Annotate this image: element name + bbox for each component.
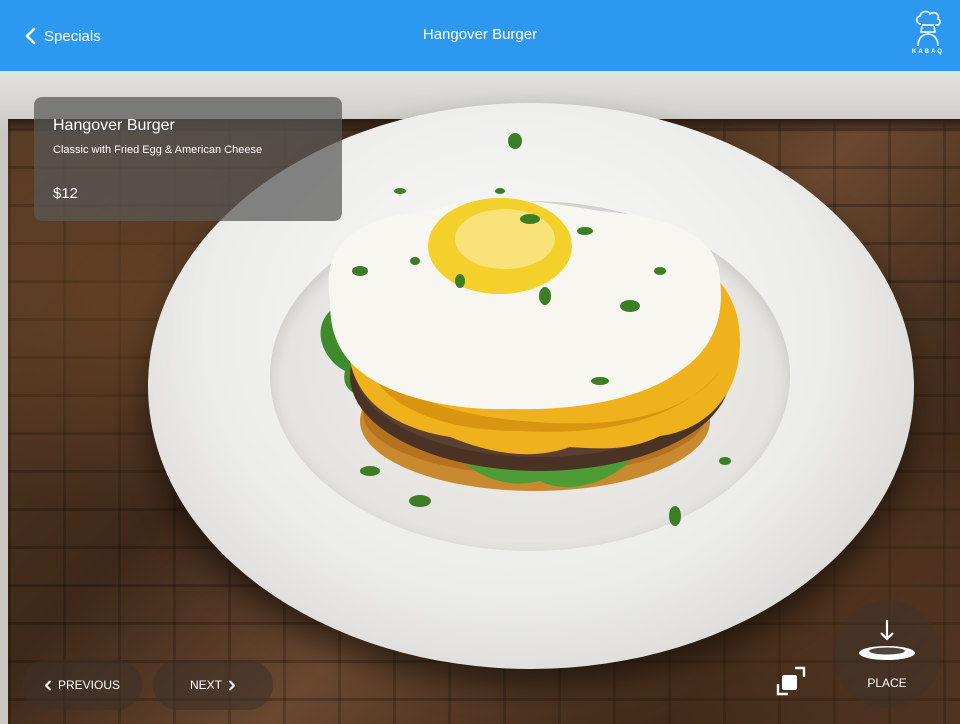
previous-button-label: PREVIOUS: [57, 678, 120, 692]
brand-name: KABAQ: [912, 49, 944, 55]
place-button[interactable]: PLACE: [833, 600, 941, 708]
burger-3d-model[interactable]: [300, 131, 760, 551]
place-plate-icon: [859, 620, 915, 660]
place-button-label: PLACE: [867, 676, 907, 690]
item-name: Hangover Burger: [53, 117, 175, 134]
chevron-left-icon: [44, 680, 51, 690]
next-button-label: NEXT: [189, 678, 222, 692]
expand-icon: [776, 666, 806, 696]
brand-logo: KABAQ: [910, 10, 946, 62]
chevron-right-icon: [229, 680, 235, 690]
previous-button[interactable]: PREVIOUS: [22, 660, 142, 710]
nav-bar: Specials Hangover Burger KABAQ: [0, 0, 960, 71]
expand-button[interactable]: [776, 664, 808, 696]
item-price: $12: [53, 185, 79, 202]
next-button[interactable]: NEXT: [153, 660, 273, 710]
item-info-card: Hangover Burger Classic with Fried Egg &…: [34, 97, 342, 221]
page-title: Hangover Burger: [422, 26, 538, 43]
chef-hat-icon: [915, 10, 941, 47]
item-description: Classic with Fried Egg & American Cheese: [53, 144, 263, 156]
